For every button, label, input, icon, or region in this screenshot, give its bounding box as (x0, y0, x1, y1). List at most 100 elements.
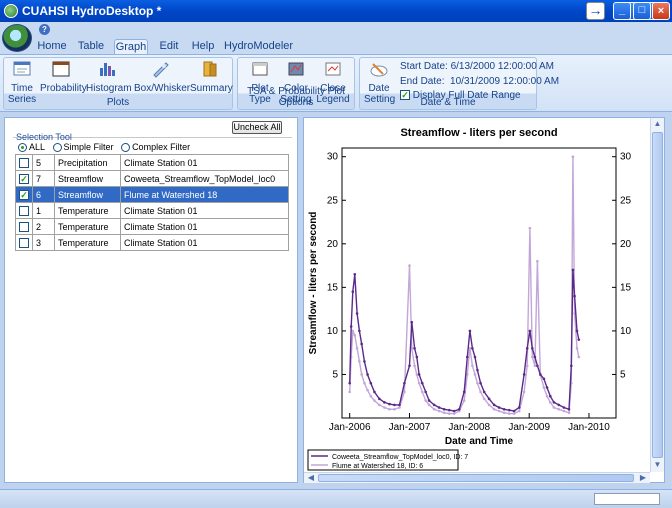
data-point (531, 347, 534, 350)
table-row[interactable]: 1 Temperature Climate Station 01 (15, 202, 289, 219)
scroll-left-icon[interactable]: ◀ (306, 473, 316, 482)
plot-options-group: Plot Type Color Setting Close Legend TSA… (237, 57, 355, 110)
table-row[interactable]: ✓ 7 Streamflow Coweeta_Streamflow_TopModel_… (15, 170, 289, 187)
probability-button[interactable]: Probability (40, 60, 87, 94)
scroll-down-icon[interactable]: ▼ (651, 460, 664, 469)
vertical-scrollbar[interactable]: ▲ ▼ (650, 118, 664, 472)
data-point (468, 329, 472, 333)
scroll-up-icon[interactable]: ▲ (651, 119, 664, 128)
forward-arrow-icon[interactable]: → (586, 2, 605, 20)
data-point (476, 368, 479, 372)
data-point (569, 364, 573, 368)
table-row[interactable]: 5 Precipitation Climate Station 01 (15, 154, 289, 171)
start-date-value[interactable]: 6/13/2000 12:00:00 AM (451, 61, 554, 72)
data-point (351, 329, 355, 333)
vertical-scroll-thumb[interactable] (652, 132, 663, 458)
tab-graph[interactable]: Graph (114, 39, 148, 54)
data-point (517, 406, 521, 409)
tab-table[interactable]: Table (76, 39, 106, 54)
data-point (452, 409, 456, 413)
scroll-right-icon[interactable]: ▶ (638, 473, 648, 482)
x-tick-label: Jan-2006 (329, 422, 371, 433)
row-variable: Streamflow (54, 186, 121, 203)
row-variable: Precipitation (54, 154, 121, 171)
row-checkbox-cell (15, 202, 33, 219)
data-point (522, 390, 526, 394)
data-point (577, 338, 581, 341)
table-row[interactable]: 2 Temperature Climate Station 01 (15, 218, 289, 235)
radio-simple-filter[interactable] (52, 143, 62, 153)
data-point (348, 390, 351, 394)
app-icon (4, 4, 18, 18)
data-point (492, 407, 496, 411)
row-site: Climate Station 01 (120, 218, 289, 235)
radio-all[interactable] (18, 143, 27, 153)
histogram-icon (100, 63, 115, 76)
streamflow-chart: Streamflow - liters per second 5 5 10 10 15 15… (307, 127, 632, 471)
end-date-value[interactable]: 10/31/2009 12:00:00 AM (450, 76, 559, 87)
tab-hydromodeler[interactable]: HydroModeler (224, 39, 293, 54)
data-point (549, 394, 552, 398)
app-menu-orb-icon[interactable] (2, 24, 32, 52)
row-checkbox[interactable] (19, 205, 29, 216)
probability-icon (52, 61, 70, 77)
tab-help[interactable]: Help (190, 39, 216, 54)
data-point (482, 390, 486, 394)
summary-button[interactable]: Summary (190, 60, 233, 94)
data-point (358, 329, 361, 333)
summary-icon (203, 61, 217, 77)
tab-home[interactable]: Home (36, 39, 68, 54)
radio-all-label: ALL (29, 142, 46, 152)
data-point (562, 409, 566, 413)
tab-edit[interactable]: Edit (156, 39, 182, 54)
data-point (373, 399, 376, 402)
row-checkbox[interactable] (19, 221, 29, 232)
chart-title: Streamflow - liters per second (400, 127, 557, 139)
row-variable: Temperature (54, 234, 121, 251)
data-point (447, 408, 451, 412)
data-point (462, 390, 466, 394)
horizontal-scroll-thumb[interactable] (318, 474, 634, 482)
data-point (403, 381, 406, 385)
data-point (398, 403, 401, 407)
series-table: 5 Precipitation Climate Station 01 ✓ 7 Stream… (15, 154, 289, 251)
data-point (424, 390, 427, 394)
box-whisker-button[interactable]: Box/Whisker (134, 60, 190, 94)
row-checkbox[interactable]: ✓ (19, 173, 29, 184)
data-point (571, 268, 575, 272)
data-point (479, 381, 482, 385)
start-date-row: Start Date: 6/13/2000 12:00:00 AM (400, 61, 554, 72)
data-point (497, 409, 501, 413)
row-checkbox[interactable] (19, 157, 29, 168)
data-point (452, 412, 456, 415)
data-point (471, 364, 474, 368)
data-point (507, 412, 511, 415)
row-id: 1 (32, 202, 55, 219)
radio-complex-filter[interactable] (121, 143, 131, 153)
horizontal-scrollbar[interactable]: ◀ ▶ (304, 472, 650, 483)
data-point (373, 390, 376, 394)
data-point (502, 407, 506, 411)
start-date-label: Start Date: (400, 61, 448, 72)
data-point (465, 355, 469, 359)
table-row[interactable]: ✓ 6 Streamflow Flume at Watershed 18 (15, 186, 289, 203)
data-point (528, 226, 532, 230)
data-point (512, 409, 516, 413)
row-checkbox[interactable]: ✓ (19, 189, 29, 200)
date-time-group: Date Setting Start Date: 6/13/2000 12:00… (359, 57, 559, 110)
data-point (413, 364, 416, 368)
help-icon[interactable]: ? (39, 24, 50, 35)
data-point (557, 407, 561, 411)
maximize-button-visual[interactable]: □ (633, 2, 651, 20)
table-row[interactable]: 3 Temperature Climate Station 01 (15, 234, 289, 251)
x-tick-label: Jan-2007 (389, 422, 431, 433)
status-progress-box (594, 493, 660, 505)
uncheck-all-button[interactable]: Uncheck All (232, 121, 282, 134)
close-button[interactable]: × (652, 2, 670, 20)
end-date-row: End Date: 10/31/2009 12:00:00 AM (400, 76, 559, 87)
histogram-button[interactable]: Histogram (86, 60, 132, 94)
data-point (369, 394, 373, 398)
data-point (417, 373, 421, 376)
row-checkbox[interactable] (19, 237, 29, 248)
minimize-button-2[interactable]: _ (613, 2, 631, 20)
